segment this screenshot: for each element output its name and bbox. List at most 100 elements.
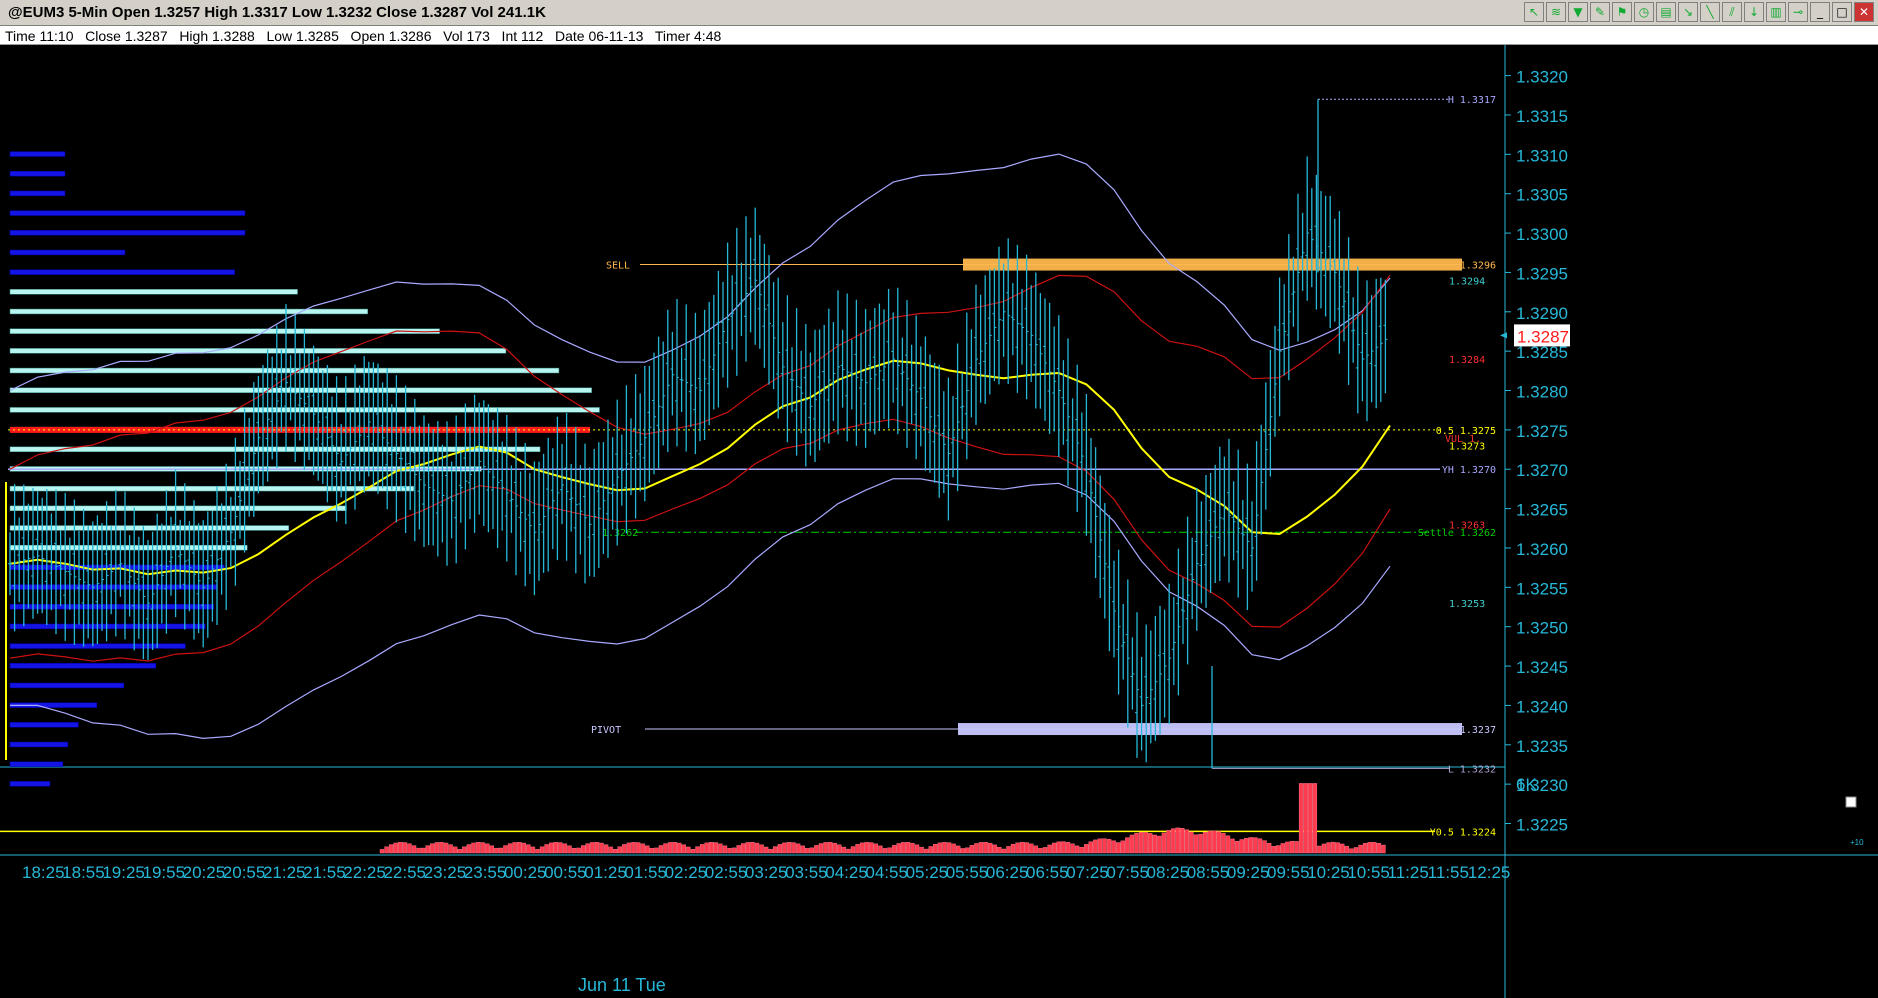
volume-bar (439, 842, 444, 854)
maximize-icon[interactable]: □ (1832, 2, 1852, 22)
volume-bar (1317, 845, 1322, 854)
volume-bar (562, 843, 568, 854)
price-bar (573, 426, 578, 574)
arrow-down-icon[interactable]: ↓ (1744, 2, 1764, 22)
volume-bar (388, 844, 394, 854)
stopwatch-icon[interactable]: ◷ (1634, 2, 1654, 22)
price-bar (794, 308, 799, 456)
time-tick-label: 21:55 (303, 863, 346, 882)
pin-icon[interactable]: ⊸ (1788, 2, 1808, 22)
price-bar (1079, 412, 1084, 498)
time-tick-label: 23:25 (424, 863, 467, 882)
volume-bar (745, 842, 751, 854)
profile-row (9, 387, 592, 393)
volume-bar (535, 849, 540, 854)
price-bar (937, 364, 942, 498)
price-bar (86, 525, 91, 639)
profile-row (9, 761, 64, 767)
pencil-icon[interactable]: ✎ (1590, 2, 1610, 22)
price-tick-label: 1.3295 (1516, 264, 1568, 283)
volume-bar (1148, 833, 1153, 854)
arrow-icon[interactable]: ↘ (1678, 2, 1698, 22)
price-bar (1093, 447, 1098, 579)
volume-bar (837, 844, 842, 854)
price-bar (941, 391, 946, 494)
fibonacci-icon[interactable]: ≋ (1546, 2, 1566, 22)
price-bar (1369, 295, 1374, 403)
volume-bar (736, 845, 741, 854)
volume-bar (850, 846, 856, 854)
trash-icon[interactable]: ▥ (1766, 2, 1786, 22)
volume-bar (901, 842, 906, 854)
price-bar (316, 356, 321, 481)
channel-icon[interactable]: ⫽ (1722, 2, 1742, 22)
funnel-icon[interactable]: ▼ (1568, 2, 1588, 22)
price-bar (1125, 579, 1130, 728)
volume-bar (855, 844, 860, 854)
price-bar (537, 461, 541, 581)
price-bar (900, 337, 905, 407)
volume-bar (1079, 847, 1084, 854)
price-bar (983, 275, 988, 404)
volume-bar (503, 845, 508, 854)
profile-row (9, 308, 368, 315)
price-line-label: 1.3296 (1460, 261, 1496, 272)
price-bar (675, 298, 679, 447)
price-tick-label: 1.3275 (1516, 422, 1568, 441)
volume-bar (1362, 843, 1368, 854)
volume-bar (1056, 841, 1061, 854)
price-bar (721, 281, 725, 378)
price-bar (100, 522, 104, 631)
volume-bar (992, 844, 997, 854)
minimize-icon[interactable]: _ (1810, 2, 1830, 22)
price-bar (1383, 279, 1388, 394)
volume-bar (407, 843, 412, 854)
time-tick-label: 04:55 (865, 863, 908, 882)
volume-bar (809, 847, 815, 854)
close-icon[interactable]: ✕ (1854, 2, 1874, 22)
volume-bar (1097, 838, 1103, 854)
profile-row (9, 230, 246, 236)
volume-bar (1033, 845, 1039, 854)
volume-bar (626, 842, 632, 854)
volume-bar (1189, 831, 1194, 854)
volume-bar (814, 845, 819, 854)
profile-row (9, 741, 69, 748)
volume-bar (507, 843, 513, 854)
volume-bar (471, 842, 476, 854)
calendar-icon[interactable]: ▤ (1656, 2, 1676, 22)
volume-bar (1349, 848, 1354, 854)
price-bar (707, 301, 712, 426)
price-bar (1001, 263, 1006, 357)
price-chart[interactable]: SELL 1.3296 PIVOT 1.3237 H 1.3317 L 1.3232 YH … (0, 45, 1878, 998)
volume-bar (946, 842, 952, 854)
price-bar (1240, 500, 1245, 569)
price-bar (422, 415, 426, 547)
price-bar (1217, 446, 1222, 581)
cursor-icon[interactable]: ↖ (1524, 2, 1544, 22)
volume-bar (411, 845, 417, 854)
price-bar (546, 437, 551, 572)
drawing-line-icon[interactable]: ╲ (1700, 2, 1720, 22)
volume-bar (1038, 848, 1043, 854)
price-bar (26, 503, 31, 609)
price-line-label: H 1.3317 (1448, 95, 1496, 106)
price-tick-label: 1.3290 (1516, 304, 1568, 323)
current-price-arrow-icon (1500, 332, 1507, 339)
time-tick-label: 10:25 (1307, 863, 1350, 882)
price-bar (1199, 501, 1204, 604)
flag-icon[interactable]: ⚑ (1612, 2, 1632, 22)
price-bar (891, 312, 896, 403)
volume-bar (398, 842, 403, 854)
price-bar (458, 451, 463, 523)
volume-bar (393, 842, 398, 854)
volume-bar (480, 842, 485, 854)
price-bar (780, 322, 785, 410)
profile-row (9, 505, 347, 512)
price-bar (1056, 315, 1061, 458)
price-bar (1144, 624, 1149, 763)
volume-bar (1266, 843, 1272, 854)
price-bar (799, 350, 804, 434)
price-bar (877, 303, 882, 431)
volume-bar (1230, 838, 1235, 854)
